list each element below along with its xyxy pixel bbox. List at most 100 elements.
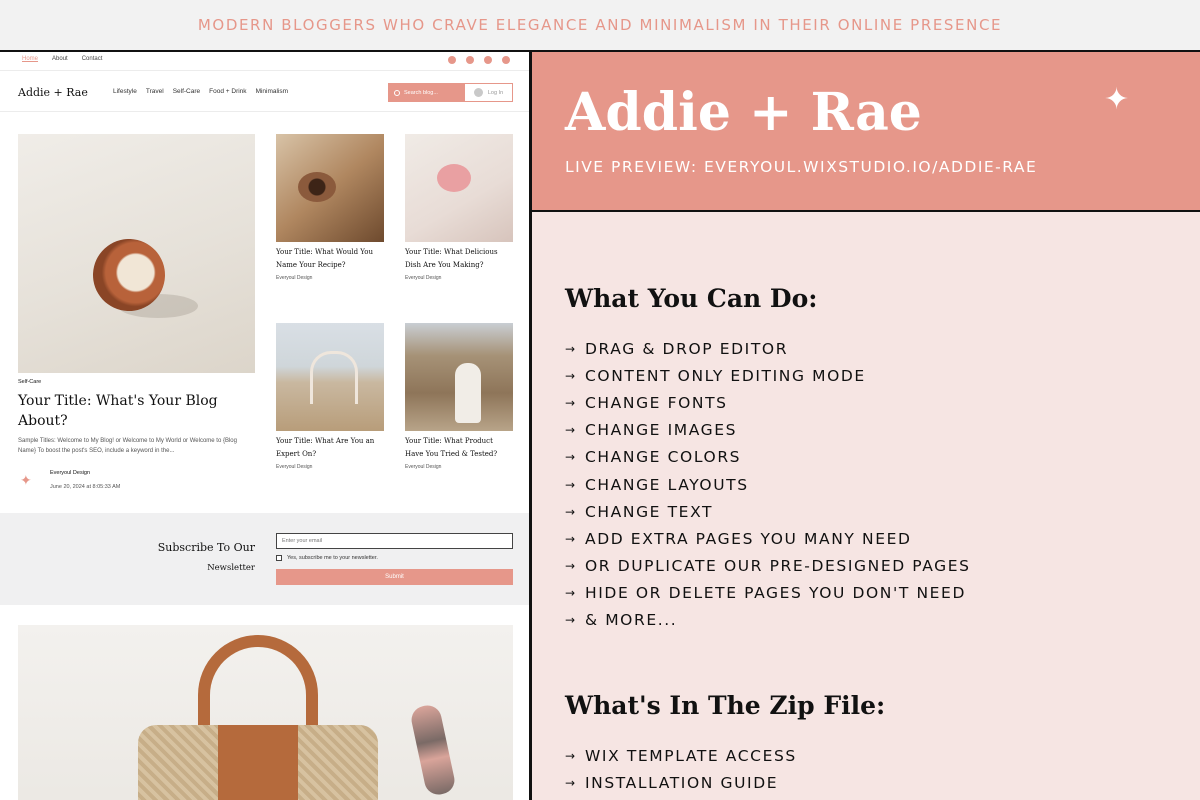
newsletter-subtitle: Newsletter (207, 563, 255, 573)
post-card[interactable]: Your Title: What Would You Name Your Rec… (276, 134, 384, 281)
feature-item: → & MORE... (565, 607, 971, 634)
post-card-author: Everyoul Design (405, 275, 442, 281)
post-card-author: Everyoul Design (276, 275, 313, 281)
login-label: Log In (487, 89, 504, 96)
banner-text: MODERN BLOGGERS WHO CRAVE ELEGANCE AND M… (197, 16, 1003, 34)
feature-label: HIDE OR DELETE PAGES YOU DON'T NEED (585, 584, 966, 603)
zip-label: WIX TEMPLATE ACCESS (585, 746, 797, 765)
feature-item: → ADD EXTRA PAGES YOU MANY NEED (565, 525, 971, 552)
newsletter-checkbox-row[interactable]: Yes, subscribe me to your newsletter. (276, 555, 378, 561)
search-box[interactable] (388, 83, 464, 102)
featured-post-title[interactable]: Your Title: What's Your Blog About? (18, 391, 255, 431)
post-card-image[interactable] (405, 134, 513, 242)
brand-header: Addie + Rae ✦ LIVE PREVIEW: EVERYOUL.WIX… (532, 52, 1200, 212)
post-card-title[interactable]: Your Title: What Delicious Dish Are You … (405, 246, 513, 271)
header-bottom-divider (0, 111, 530, 112)
post-card-author: Everyoul Design (276, 464, 313, 470)
feature-label: & MORE... (585, 611, 678, 630)
nav-item-food-drink[interactable]: Food + Drink (209, 88, 246, 95)
feature-item: → HIDE OR DELETE PAGES YOU DON'T NEED (565, 580, 971, 607)
zip-contents-list: → WIX TEMPLATE ACCESS → INSTALLATION GUIDE (565, 742, 797, 796)
top-link-about[interactable]: About (52, 56, 68, 62)
bag-post-image[interactable] (18, 625, 513, 800)
arrow-icon: → (565, 586, 577, 601)
arrow-icon: → (565, 504, 577, 519)
arrow-icon: → (565, 450, 577, 465)
feature-item: → CONTENT ONLY EDITING MODE (565, 362, 971, 389)
newsletter-title: Subscribe To Our (157, 541, 255, 554)
feature-label: CHANGE FONTS (585, 393, 728, 412)
zip-item: → INSTALLATION GUIDE (565, 769, 797, 796)
arrow-icon: → (565, 395, 577, 410)
feature-label: ADD EXTRA PAGES YOU MANY NEED (585, 529, 912, 548)
login-button[interactable]: Log In (464, 83, 513, 102)
avatar-icon (473, 88, 483, 97)
feature-label: CONTENT ONLY EDITING MODE (585, 366, 866, 385)
featured-category[interactable]: Self-Care (18, 379, 41, 385)
youtube-icon[interactable] (502, 56, 510, 64)
top-link-home[interactable]: Home (22, 56, 38, 62)
nav-item-minimalism[interactable]: Minimalism (256, 88, 289, 95)
main-nav: Lifestyle Travel Self-Care Food + Drink … (113, 88, 288, 95)
post-card[interactable]: Your Title: What Are You an Expert On? E… (276, 323, 384, 470)
post-card-title[interactable]: Your Title: What Would You Name Your Rec… (276, 246, 384, 271)
newsletter-email-input[interactable] (276, 533, 513, 549)
site-logo[interactable]: Addie + Rae (18, 86, 88, 99)
website-preview: Home About Contact Addie + Rae Lifestyle… (0, 50, 530, 800)
arrow-icon: → (565, 559, 577, 574)
nav-item-lifestyle[interactable]: Lifestyle (113, 88, 137, 95)
newsletter-checkbox[interactable] (276, 555, 282, 561)
featured-post-image[interactable] (18, 134, 255, 373)
feature-item: → CHANGE COLORS (565, 444, 971, 471)
header-divider (0, 70, 530, 71)
feature-item: → OR DUPLICATE OUR PRE-DESIGNED PAGES (565, 553, 971, 580)
bag-strap-shape (218, 725, 298, 800)
featured-author[interactable]: Everyoul Design (50, 470, 90, 476)
section-title-zip-file: What's In The Zip File: (565, 691, 886, 720)
featured-post-excerpt: Sample Titles: Welcome to My Blog! or We… (18, 438, 237, 454)
zip-item: → WIX TEMPLATE ACCESS (565, 742, 797, 769)
live-preview-link[interactable]: LIVE PREVIEW: EVERYOUL.WIXSTUDIO.IO/ADDI… (565, 158, 1037, 176)
feature-list: → DRAG & DROP EDITOR → CONTENT ONLY EDITIN… (565, 335, 971, 634)
post-card-image[interactable] (276, 323, 384, 431)
nav-item-travel[interactable]: Travel (146, 88, 164, 95)
feature-label: OR DUPLICATE OUR PRE-DESIGNED PAGES (585, 557, 971, 576)
post-card-title[interactable]: Your Title: What Product Have You Tried … (405, 435, 513, 460)
feature-label: CHANGE COLORS (585, 448, 742, 467)
feature-label: CHANGE TEXT (585, 502, 714, 521)
arrow-icon: → (565, 613, 577, 628)
feature-label: CHANGE IMAGES (585, 421, 738, 440)
arrow-icon: → (565, 775, 577, 790)
post-card[interactable]: Your Title: What Product Have You Tried … (405, 323, 513, 470)
zip-label: INSTALLATION GUIDE (585, 773, 779, 792)
featured-date: June 20, 2024 at 8:05:33 AM (50, 484, 121, 490)
post-card-image[interactable] (405, 323, 513, 431)
newsletter-section: Subscribe To Our Newsletter Yes, subscri… (0, 513, 530, 605)
section-title-what-you-can-do: What You Can Do: (565, 284, 818, 313)
top-bar: Home About Contact (0, 52, 530, 70)
arrow-icon: → (565, 477, 577, 492)
facebook-icon[interactable] (448, 56, 456, 64)
post-card-author: Everyoul Design (405, 464, 442, 470)
arrow-icon: → (565, 423, 577, 438)
newsletter-submit-button[interactable]: Submit (276, 569, 513, 585)
post-card-image[interactable] (276, 134, 384, 242)
nav-item-self-care[interactable]: Self-Care (173, 88, 200, 95)
instagram-icon[interactable] (484, 56, 492, 64)
feature-item: → CHANGE TEXT (565, 498, 971, 525)
feature-label: DRAG & DROP EDITOR (585, 339, 789, 358)
arrow-icon: → (565, 531, 577, 546)
post-card-title[interactable]: Your Title: What Are You an Expert On? (276, 435, 384, 460)
brand-title: Addie + Rae (565, 82, 922, 143)
top-link-contact[interactable]: Contact (82, 56, 103, 62)
feature-item: → DRAG & DROP EDITOR (565, 335, 971, 362)
arrow-icon: → (565, 368, 577, 383)
feature-label: CHANGE LAYOUTS (585, 475, 749, 494)
pinterest-icon[interactable] (466, 56, 474, 64)
feature-item: → CHANGE IMAGES (565, 417, 971, 444)
post-card[interactable]: Your Title: What Delicious Dish Are You … (405, 134, 513, 281)
feature-item: → CHANGE FONTS (565, 389, 971, 416)
sparkle-icon: ✦ (1104, 83, 1130, 116)
search-input[interactable] (404, 89, 456, 96)
social-icons (448, 56, 510, 64)
